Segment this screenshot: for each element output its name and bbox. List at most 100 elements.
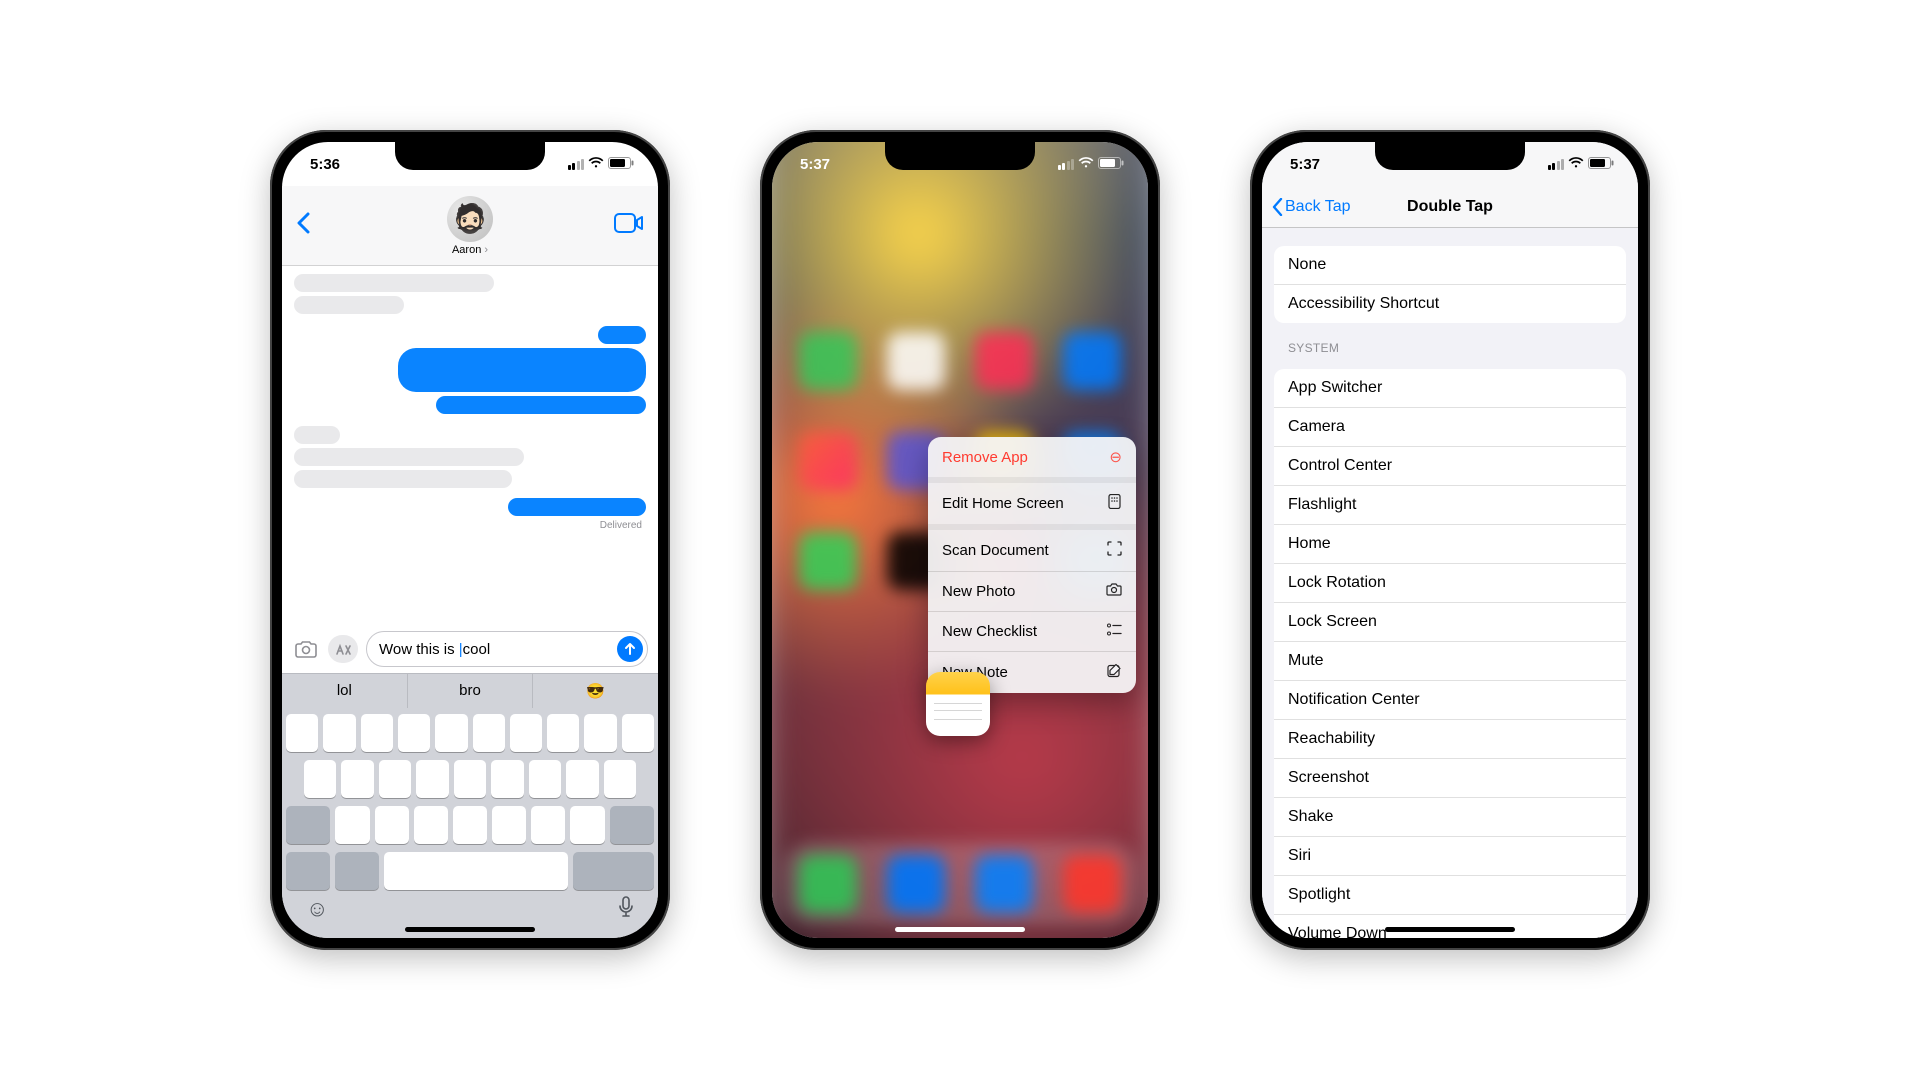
home-indicator[interactable] [1385,927,1515,932]
screen-messages: 5:36 🧔🏻 Aaron [282,142,658,938]
phone-settings: 5:37 Back Tap Double Tap None Accessibil… [1250,130,1650,950]
ctx-edit-home-screen[interactable]: Edit Home Screen [928,483,1136,530]
settings-row[interactable]: None [1274,246,1626,285]
wifi-icon [1078,156,1094,173]
back-button[interactable] [296,210,336,241]
settings-row[interactable]: Notification Center [1274,681,1626,720]
back-label: Back Tap [1285,198,1351,216]
settings-row[interactable]: Spotlight [1274,876,1626,915]
message-thread[interactable]: Delivered [282,266,658,627]
back-button[interactable]: Back Tap [1272,198,1351,216]
settings-row[interactable]: Shake [1274,798,1626,837]
settings-row[interactable]: Camera [1274,408,1626,447]
settings-row[interactable]: Siri [1274,837,1626,876]
battery-icon [1098,156,1124,173]
messages-header: 🧔🏻 Aaron [282,186,658,266]
screen-homescreen: 5:37 Remove App ⊖ Edit Home Screen Scan … [772,142,1148,938]
cellular-icon [1058,159,1075,170]
ctx-label: New Photo [942,583,1015,600]
viewfinder-icon [1107,541,1122,560]
settings-row[interactable]: Mute [1274,642,1626,681]
home-indicator[interactable] [405,927,535,932]
settings-row[interactable]: Lock Rotation [1274,564,1626,603]
phone-homescreen: 5:37 Remove App ⊖ Edit Home Screen Scan … [760,130,1160,950]
cellular-icon [1548,159,1565,170]
contact-name: Aaron [452,244,488,256]
ctx-label: Scan Document [942,542,1049,559]
page-title: Double Tap [1407,198,1493,216]
status-time: 5:36 [310,156,340,173]
received-bubble[interactable] [294,470,512,488]
prediction-bar: lol bro 😎 [282,673,658,708]
ctx-label: Remove App [942,449,1028,466]
received-bubble[interactable] [294,426,340,444]
ctx-scan-document[interactable]: Scan Document [928,530,1136,572]
settings-body[interactable]: None Accessibility Shortcut SYSTEM App S… [1262,228,1638,938]
wifi-icon [1568,156,1584,173]
settings-row[interactable]: Reachability [1274,720,1626,759]
settings-row[interactable]: Lock Screen [1274,603,1626,642]
home-indicator[interactable] [895,927,1025,932]
settings-row[interactable]: Screenshot [1274,759,1626,798]
prediction-item[interactable]: bro [407,674,533,708]
notch [1375,142,1525,170]
keyboard-footer: ☺ [282,896,658,924]
status-time: 5:37 [1290,156,1320,173]
nav-bar: Back Tap Double Tap [1262,186,1638,228]
emoji-icon[interactable]: ☺ [306,896,328,924]
received-bubble[interactable] [294,274,494,292]
status-time: 5:37 [800,156,830,173]
apps-icon[interactable] [328,635,358,663]
status-icons [568,156,635,173]
ctx-new-checklist[interactable]: New Checklist [928,612,1136,652]
battery-icon [1588,156,1614,173]
notch [885,142,1035,170]
apps-icon [1107,494,1122,513]
settings-row[interactable]: Accessibility Shortcut [1274,285,1626,323]
compose-bar: Wow this is |cool [282,627,658,673]
received-bubble[interactable] [294,296,404,314]
ctx-label: New Checklist [942,623,1037,640]
compose-icon [1107,663,1122,682]
dock [784,842,1136,926]
compose-field[interactable]: Wow this is |cool [366,631,648,667]
settings-row[interactable]: App Switcher [1274,369,1626,408]
dictation-icon[interactable] [618,896,634,924]
checklist-icon [1107,623,1122,640]
camera-icon [1106,583,1122,600]
sent-bubble[interactable] [436,396,646,414]
status-icons [1058,156,1125,173]
avatar: 🧔🏻 [447,196,493,242]
settings-group-top: None Accessibility Shortcut [1274,246,1626,323]
ctx-remove-app[interactable]: Remove App ⊖ [928,437,1136,483]
prediction-item[interactable]: 😎 [532,674,658,708]
sent-bubble[interactable] [598,326,646,344]
notes-app-icon[interactable] [926,672,990,736]
ctx-new-photo[interactable]: New Photo [928,572,1136,612]
screen-settings: 5:37 Back Tap Double Tap None Accessibil… [1262,142,1638,938]
prediction-item[interactable]: lol [282,674,407,708]
wifi-icon [588,156,604,173]
sent-bubble[interactable] [508,498,646,516]
battery-icon [608,156,634,173]
settings-group-system: App Switcher Camera Control Center Flash… [1274,369,1626,938]
sent-bubble[interactable] [398,348,646,392]
settings-row[interactable]: Home [1274,525,1626,564]
status-icons [1548,156,1615,173]
compose-text: Wow this is |cool [379,641,490,658]
settings-row[interactable]: Flashlight [1274,486,1626,525]
received-bubble[interactable] [294,448,524,466]
phone-messages: 5:36 🧔🏻 Aaron [270,130,670,950]
send-button[interactable] [617,636,643,662]
ctx-label: Edit Home Screen [942,495,1064,512]
facetime-button[interactable] [604,213,644,238]
section-header: SYSTEM [1288,341,1612,355]
settings-row[interactable]: Control Center [1274,447,1626,486]
cellular-icon [568,159,585,170]
notch [395,142,545,170]
minus-circle-icon: ⊖ [1109,448,1122,466]
delivered-label: Delivered [600,520,642,531]
context-menu: Remove App ⊖ Edit Home Screen Scan Docum… [928,437,1136,693]
contact-header[interactable]: 🧔🏻 Aaron [447,196,493,256]
camera-icon[interactable] [292,635,320,663]
